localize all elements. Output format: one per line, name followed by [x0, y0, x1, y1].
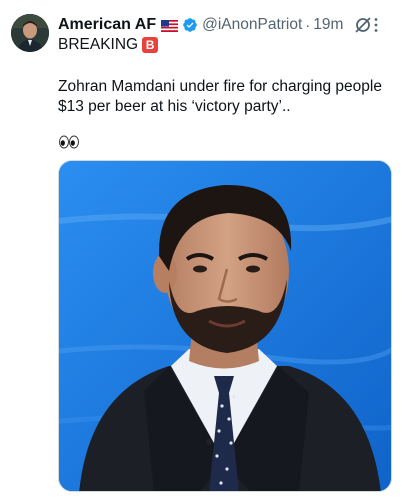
eyes-emoji-icon	[58, 135, 80, 149]
tweet-media-image[interactable]	[58, 160, 392, 492]
display-name[interactable]: American AF	[58, 16, 156, 34]
tweet-header: American AF @iAnonPatriot · 19m	[58, 12, 395, 38]
breaking-text: BREAKING	[58, 36, 139, 53]
tweet[interactable]: American AF @iAnonPatriot · 19m BREAKING…	[0, 0, 403, 500]
us-flag-icon	[161, 19, 179, 32]
handle[interactable]: @iAnonPatriot	[202, 16, 302, 34]
more-options-icon[interactable]	[367, 16, 385, 34]
verified-badge-icon[interactable]	[182, 17, 198, 33]
tweet-text: Zohran Mamdani under fire for charging p…	[58, 78, 382, 115]
avatar[interactable]	[11, 14, 49, 52]
timestamp[interactable]: 19m	[313, 16, 343, 34]
b-button-emoji-icon: B	[142, 37, 159, 53]
breaking-line: BREAKING B	[58, 36, 159, 54]
separator: ·	[305, 16, 311, 34]
